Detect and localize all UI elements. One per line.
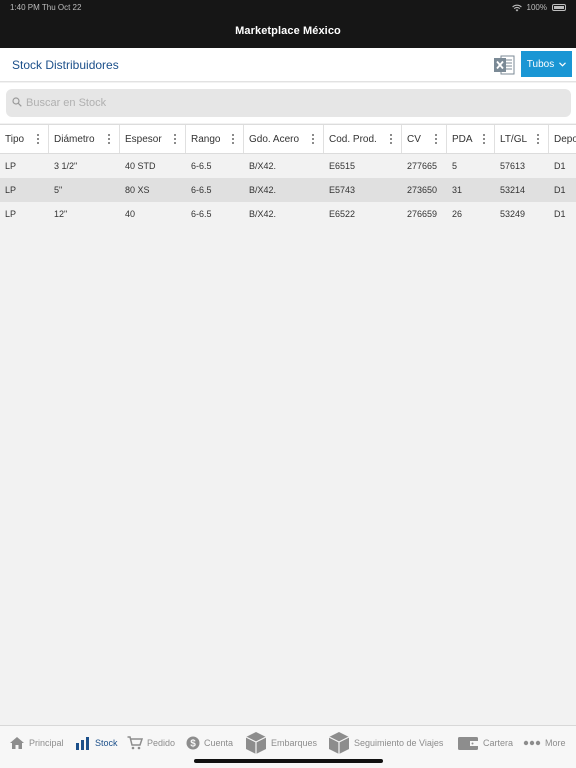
cell-tipo: LP [5,161,17,171]
table-row[interactable]: LP 5" 80 XS 6-6.5 B/X42. E5743 273650 31… [0,178,576,202]
cell-cv: 273650 [407,185,438,195]
home-indicator[interactable] [194,759,383,763]
svg-text:$: $ [190,739,196,750]
column-header-deposito[interactable]: Depo [549,125,576,153]
cell-deposito: D1 [554,161,566,171]
cell-cod-prod: E5743 [329,185,356,195]
navigation-bar: 1:40 PM Thu Oct 22 100% Marketplace Méxi… [0,0,576,48]
table-row[interactable]: LP 3 1/2" 40 STD 6-6.5 B/X42. E6515 2776… [0,154,576,178]
cell-lt-gl: 53249 [500,209,526,219]
cell-rango: 6-6.5 [191,161,212,171]
column-menu-icon[interactable] [232,134,235,145]
status-time: 1:40 PM Thu Oct 22 [10,3,82,12]
cell-cod-prod: E6522 [329,209,356,219]
status-indicators: 100% [511,3,566,12]
product-selector-button[interactable]: Tubos [521,51,572,77]
cell-gdo-acero: B/X42. [249,185,277,195]
tab-embarques[interactable]: Embarques [245,730,317,756]
cell-rango: 6-6.5 [191,209,212,219]
cell-deposito: D1 [554,185,566,195]
column-menu-icon[interactable] [37,134,40,145]
home-icon [10,737,24,749]
column-header-lt-gl[interactable]: LT/GL [495,125,549,153]
cell-cv: 276659 [407,209,438,219]
chevron-down-icon [559,61,567,67]
cell-lt-gl: 57613 [500,161,526,171]
cell-pda: 31 [452,185,463,195]
tab-principal[interactable]: Principal [9,734,64,752]
search-input[interactable] [26,93,546,113]
cell-tipo: LP [5,209,17,219]
tab-pedido[interactable]: Pedido [127,734,175,752]
battery-icon [552,4,566,11]
tab-cartera[interactable]: Cartera [457,734,513,752]
column-menu-icon[interactable] [108,134,111,145]
more-icon [523,740,541,746]
table-row[interactable]: LP 12" 40 6-6.5 B/X42. E6522 276659 26 5… [0,202,576,226]
column-header-diametro[interactable]: Diámetro [49,125,120,153]
column-menu-icon[interactable] [537,134,540,145]
cell-gdo-acero: B/X42. [249,161,277,171]
wallet-icon [458,737,478,750]
cart-icon [127,736,143,750]
cell-rango: 6-6.5 [191,185,212,195]
column-menu-icon[interactable] [390,134,393,145]
tab-seguimiento-de-viajes[interactable]: Seguimiento de Viajes [328,730,443,756]
cell-espesor: 40 STD [125,161,156,171]
page-title: Marketplace México [235,25,341,37]
cell-tipo: LP [5,185,17,195]
cell-pda: 26 [452,209,463,219]
cell-diametro: 12" [54,209,68,219]
column-header-espesor[interactable]: Espesor [120,125,186,153]
cell-espesor: 80 XS [125,185,150,195]
cell-gdo-acero: B/X42. [249,209,277,219]
column-header-tipo[interactable]: Tipo [0,125,49,153]
cell-pda: 5 [452,161,458,171]
box-icon [328,732,350,754]
column-menu-icon[interactable] [174,134,177,145]
cell-cv: 277665 [407,161,438,171]
cell-cod-prod: E6515 [329,161,356,171]
cell-deposito: D1 [554,209,566,219]
cell-diametro: 5" [54,185,63,195]
stock-table: Tipo Diámetro Espesor Rango Gdo. Acero C… [0,124,576,226]
cell-diametro: 3 1/2" [54,161,78,171]
column-header-gdo-acero[interactable]: Gdo. Acero [244,125,324,153]
tab-stock[interactable]: Stock [75,734,118,752]
battery-percent: 100% [526,3,547,12]
box-icon [245,732,267,754]
section-header: Stock Distribuidores [0,48,576,82]
column-header-cv[interactable]: CV [402,125,447,153]
product-selector-label: Tubos [526,58,555,70]
cell-lt-gl: 53214 [500,185,526,195]
excel-export-icon[interactable] [493,54,515,76]
tab-more[interactable]: More [523,734,566,752]
column-menu-icon[interactable] [483,134,486,145]
table-header: Tipo Diámetro Espesor Rango Gdo. Acero C… [0,124,576,154]
bar-chart-icon [76,736,89,750]
wifi-icon [511,4,522,11]
column-header-pda[interactable]: PDA [447,125,495,153]
search-icon [12,97,22,107]
column-menu-icon[interactable] [312,134,315,145]
dollar-icon: $ [186,736,200,750]
column-menu-icon[interactable] [435,134,438,145]
column-header-rango[interactable]: Rango [186,125,244,153]
cell-espesor: 40 [125,209,136,219]
tab-cuenta[interactable]: $ Cuenta [186,734,233,752]
section-title: Stock Distribuidores [12,58,119,72]
column-header-cod-prod[interactable]: Cod. Prod. [324,125,402,153]
